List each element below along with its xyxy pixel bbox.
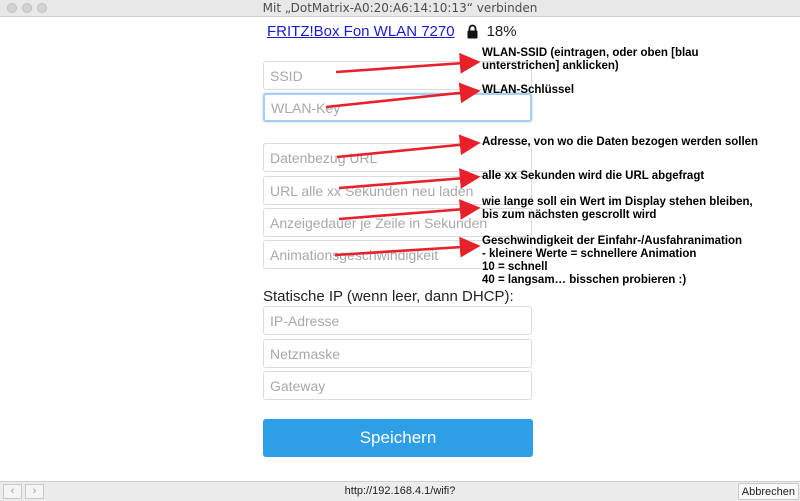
wlan-key-input[interactable] xyxy=(263,93,532,122)
window-title: Mit „DotMatrix-A0:20:A6:14:10:13“ verbin… xyxy=(262,1,538,15)
url-display: http://192.168.4.1/wifi? xyxy=(344,485,456,497)
cancel-button[interactable]: Abbrechen xyxy=(737,483,799,500)
window-titlebar: Mit „DotMatrix-A0:20:A6:14:10:13“ verbin… xyxy=(0,0,800,17)
gateway-input[interactable] xyxy=(263,371,532,400)
annotation-display-line-1: wie lange soll ein Wert im Display stehe… xyxy=(482,196,753,208)
annotation-url: Adresse, von wo die Daten bezogen werden… xyxy=(482,136,759,148)
annotation-animation-line-1: Geschwindigkeit der Einfahr-/Ausfahranim… xyxy=(482,235,743,247)
annotation-animation-line-2: - kleinere Werte = schnellere Animation xyxy=(482,248,697,260)
annotation-ssid: WLAN-SSID (eintragen, oder oben [blau un… xyxy=(482,47,699,73)
annotation-display-line-2: bis zum nächsten gescrollt wird xyxy=(482,209,657,221)
network-ssid-link[interactable]: FRITZ!Box Fon WLAN 7270 xyxy=(267,23,455,40)
lock-icon xyxy=(467,24,478,39)
annotation-animation-line-4: 40 = langsam… bisschen probieren :) xyxy=(482,274,687,286)
netmask-input[interactable] xyxy=(263,339,532,368)
annotation-key: WLAN-Schlüssel xyxy=(482,84,575,96)
annotation-ssid-line-2: unterstrichen] anklicken) xyxy=(482,60,619,72)
signal-strength: 18% xyxy=(486,22,517,40)
ip-address-input[interactable] xyxy=(263,306,532,335)
save-button[interactable]: Speichern xyxy=(263,419,533,457)
network-header: FRITZ!Box Fon WLAN 7270 18% xyxy=(267,21,517,41)
annotation-display: wie lange soll ein Wert im Display stehe… xyxy=(482,196,753,222)
annotation-interval: alle xx Sekunden wird die URL abgefragt xyxy=(482,170,705,182)
static-ip-label: Statische IP (wenn leer, dann DHCP): xyxy=(263,288,514,305)
annotation-animation: Geschwindigkeit der Einfahr-/Ausfahranim… xyxy=(482,235,742,287)
bottom-bar: ‹ › http://192.168.4.1/wifi? Abbrechen xyxy=(0,481,800,501)
annotation-animation-line-3: 10 = schnell xyxy=(482,261,548,273)
annotation-ssid-line-1: WLAN-SSID (eintragen, oder oben [blau xyxy=(482,47,699,59)
